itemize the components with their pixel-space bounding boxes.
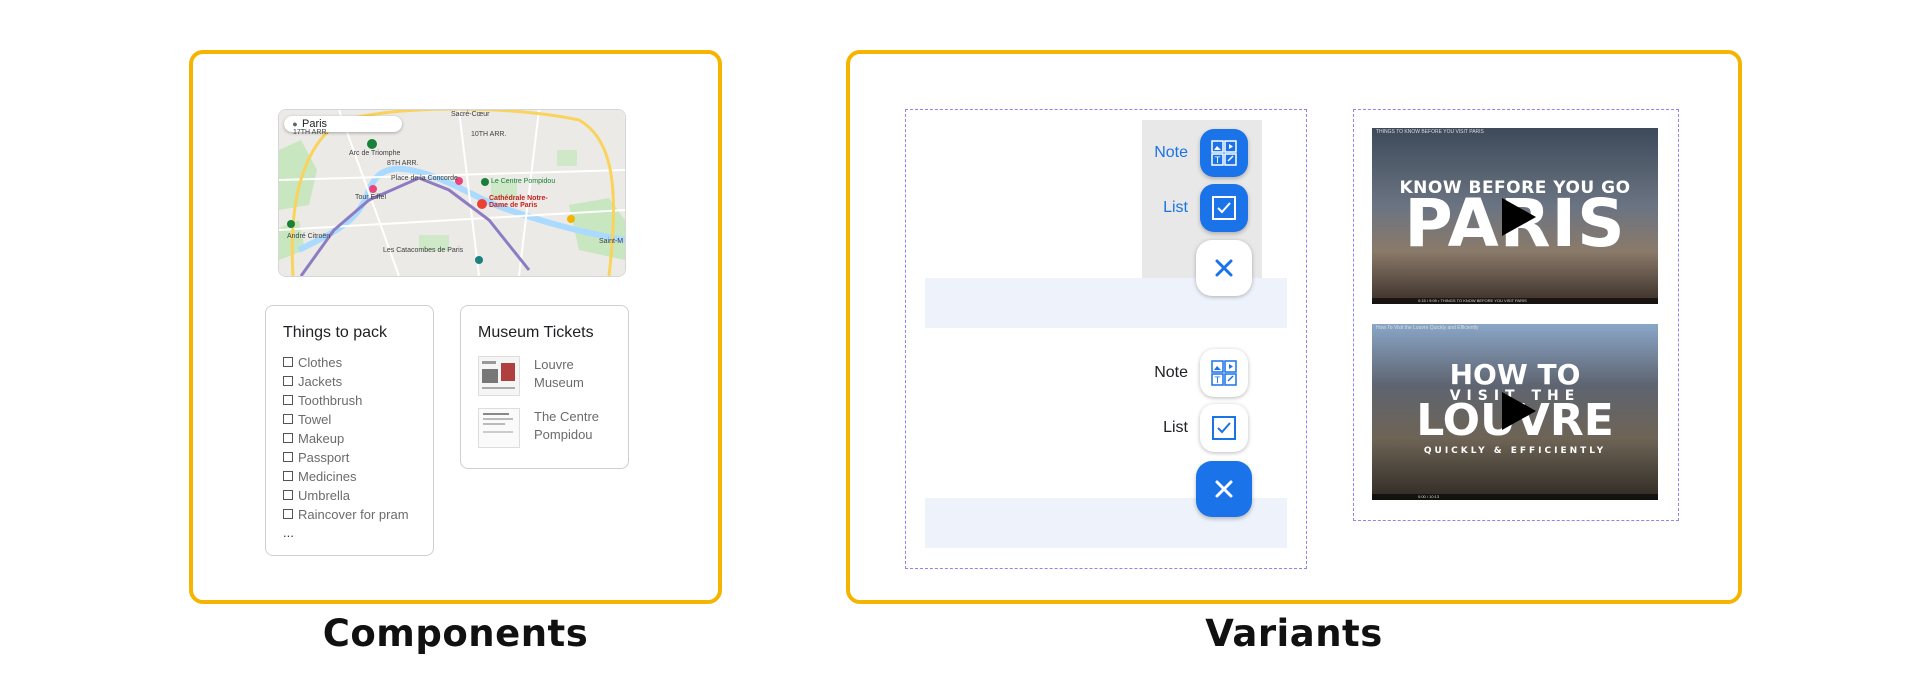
map-widget[interactable]: ● Paris Sacré-Cœur 10TH ARR. 17TH ARR. Ar…	[278, 109, 626, 277]
video-headline-1: HOW TO	[1449, 358, 1581, 391]
close-icon	[1215, 480, 1233, 498]
pack-card-title: Things to pack	[283, 324, 388, 341]
list-item[interactable]: Raincover for pram	[283, 505, 409, 524]
svg-text:T: T	[1214, 156, 1221, 166]
checkbox-icon	[1212, 416, 1236, 440]
map-label-andre: André Citroën	[287, 233, 331, 240]
checkbox-icon[interactable]	[283, 471, 293, 481]
map-label-eiffel: Tour Eiffel	[355, 194, 386, 201]
components-caption: Components	[322, 612, 589, 655]
video-headline-4: QUICKLY & EFFICIENTLY	[1423, 446, 1607, 456]
list-item[interactable]: Jackets	[283, 372, 409, 391]
checkbox-icon[interactable]	[283, 357, 293, 367]
checkbox-icon	[1212, 196, 1236, 220]
note-fab-button[interactable]: T	[1200, 129, 1248, 177]
note-media-icon: T	[1211, 360, 1237, 386]
pack-list: Clothes Jackets Toothbrush Towel Makeup …	[283, 353, 409, 524]
video-title: THINGS TO KNOW BEFORE YOU VISIT PARIS	[1376, 129, 1484, 135]
list-label: List	[1163, 199, 1188, 216]
note-fab-button[interactable]: T	[1200, 349, 1248, 397]
close-fab-button[interactable]	[1196, 461, 1252, 517]
list-item[interactable]: Makeup	[283, 429, 409, 448]
checkbox-icon[interactable]	[283, 433, 293, 443]
checkbox-icon[interactable]	[283, 395, 293, 405]
svg-text:T: T	[1214, 376, 1221, 386]
ticket-thumbnail	[478, 356, 520, 396]
list-item[interactable]: Toothbrush	[283, 391, 409, 410]
map-label-8th: 8TH ARR.	[387, 160, 419, 167]
map-label-cathedrale: Cathédrale Notre-Dame de Paris	[489, 195, 548, 209]
checkbox-icon[interactable]	[283, 509, 293, 519]
video-title: How To Visit the Louvre Quickly and Effi…	[1376, 325, 1479, 331]
map-label-pompidou: Le Centre Pompidou	[491, 178, 556, 185]
video-controls[interactable]	[1372, 494, 1658, 500]
list-item[interactable]: Clothes	[283, 353, 409, 372]
close-icon	[1215, 259, 1233, 277]
ticket-thumbnail	[478, 408, 520, 448]
note-label: Note	[1154, 144, 1188, 161]
list-item[interactable]: Medicines	[283, 467, 409, 486]
museum-tickets-card[interactable]: Museum Tickets Louvre Museum The Centre …	[460, 305, 629, 469]
video-progress: 0:15 / 9:09 • THINGS TO KNOW BEFORE YOU …	[1418, 298, 1527, 303]
things-to-pack-card[interactable]: Things to pack Clothes Jackets Toothbrus…	[265, 305, 434, 556]
list-fab-button[interactable]	[1200, 184, 1248, 232]
ticket-label: The Centre Pompidou	[534, 409, 600, 442]
list-label: List	[1163, 419, 1188, 436]
checkbox-icon[interactable]	[283, 376, 293, 386]
list-item[interactable]: Towel	[283, 410, 409, 429]
map-label-concorde: Place de la Concorde	[391, 175, 458, 182]
video-louvre[interactable]: How To Visit the Louvre Quickly and Effi…	[1372, 324, 1658, 500]
tickets-card-title: Museum Tickets	[478, 324, 594, 341]
map-label-10th: 10TH ARR.	[471, 131, 507, 138]
checkbox-icon[interactable]	[283, 452, 293, 462]
note-label: Note	[1154, 364, 1188, 381]
map-label-sacre-coeur: Sacré-Cœur	[451, 111, 490, 118]
map-label-saint: Saint-M	[599, 238, 624, 245]
map-label-arc: Arc de Triomphe	[349, 150, 401, 157]
play-icon[interactable]	[1502, 392, 1536, 430]
list-fab-button[interactable]	[1200, 404, 1248, 452]
map-label-catacombes: Les Catacombes de Paris	[383, 247, 464, 254]
close-fab-button[interactable]	[1196, 240, 1252, 296]
pack-more-ellipsis: ...	[283, 525, 294, 540]
list-item[interactable]: Passport	[283, 448, 409, 467]
list-item[interactable]: Umbrella	[283, 486, 409, 505]
map-label-17th: 17TH ARR.	[293, 129, 329, 136]
play-icon[interactable]	[1502, 198, 1536, 236]
variants-caption: Variants	[1205, 612, 1383, 655]
checkbox-icon[interactable]	[283, 490, 293, 500]
ticket-label: Louvre Museum	[534, 357, 584, 390]
video-paris[interactable]: THINGS TO KNOW BEFORE YOU VISIT PARIS KN…	[1372, 128, 1658, 304]
note-media-icon: T	[1211, 140, 1237, 166]
checkbox-icon[interactable]	[283, 414, 293, 424]
video-progress: 0:00 / 10:13	[1418, 494, 1440, 499]
